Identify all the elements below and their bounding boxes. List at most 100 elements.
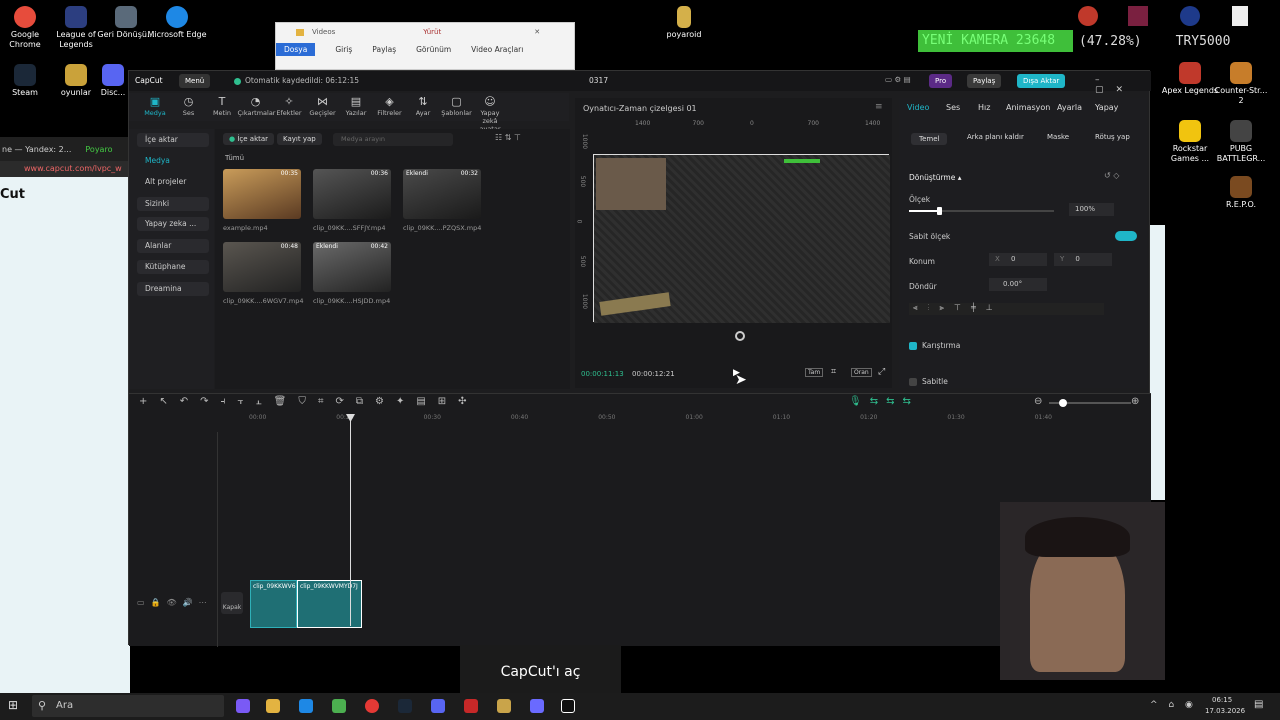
track-controls[interactable]: ▭🔒👁🔊⋯	[137, 598, 213, 607]
tool-1[interactable]: ◷ Ses	[171, 95, 207, 117]
export-button[interactable]: Dışa Aktar	[1017, 74, 1066, 88]
nav-item-3[interactable]: Sizinki	[137, 197, 209, 211]
prop-tab-5[interactable]: Yapay	[1095, 103, 1118, 112]
nav-item-1[interactable]: Medya	[137, 154, 209, 168]
scale-slider-handle[interactable]	[937, 207, 942, 215]
start-icon[interactable]: ⊞	[8, 698, 18, 712]
ribbon-tab-file[interactable]: Dosya	[276, 42, 316, 56]
media-thumbnail[interactable]: 00:36	[313, 169, 391, 219]
zoom-out-icon[interactable]: ⊖	[1034, 396, 1042, 407]
clock-date[interactable]: 17.03.2026	[1205, 707, 1245, 715]
reset-icon[interactable]: ↺ ◇	[1104, 171, 1119, 180]
file-icon[interactable]	[1232, 6, 1248, 26]
tool-8[interactable]: ⇅ Ayar	[405, 95, 441, 117]
nav-item-4[interactable]: Yapay zeka ...	[137, 217, 209, 231]
ribbon-tab-video-tools[interactable]: Video Araçları	[471, 45, 523, 54]
discord-icon[interactable]	[431, 699, 445, 713]
tray-app-icon-2[interactable]	[1128, 6, 1148, 26]
reset-view-icon[interactable]	[735, 331, 745, 341]
timeline-toolbar[interactable]: +↖↶↷⫞⫟⫠🗑⛉⌗⟳⧉⚙✦▤⊞✣	[139, 396, 479, 407]
media-thumbnail[interactable]: 00:32 Eklendi	[403, 169, 481, 219]
transform-section[interactable]: Dönüştürme ▴	[909, 173, 962, 182]
nav-item-6[interactable]: Kütüphane	[137, 260, 209, 274]
scale-value[interactable]: 100%	[1069, 203, 1114, 216]
tray-app-icon[interactable]	[1078, 6, 1098, 26]
desktop-icon-cs2[interactable]: Counter-Str... 2	[1211, 62, 1271, 106]
media-search[interactable]: Medya arayın	[333, 133, 453, 146]
tool-9[interactable]: ▢ Şablonlar	[439, 95, 475, 117]
tray-app-icon-3[interactable]	[1180, 6, 1200, 26]
window-controls[interactable]: –▢✕	[1095, 75, 1151, 95]
prop-subtab-1[interactable]: Arka planı kaldır	[967, 133, 1024, 141]
tool-4[interactable]: ✧ Efektler	[271, 95, 307, 117]
prop-tab-4[interactable]: Ayarla	[1057, 103, 1082, 112]
ribbon-tab-share[interactable]: Paylaş	[372, 45, 396, 54]
playhead[interactable]	[350, 414, 351, 626]
tool-6[interactable]: ▤ Yazılar	[338, 95, 374, 117]
tool-5[interactable]: ⋈ Geçişler	[305, 95, 341, 117]
settings-icon[interactable]	[530, 699, 544, 713]
zoom-slider[interactable]	[1049, 399, 1131, 407]
prop-subtab-2[interactable]: Maske	[1047, 133, 1069, 141]
prop-tab-0[interactable]: Video	[907, 103, 929, 112]
pro-button[interactable]: Pro	[929, 74, 953, 88]
project-name[interactable]: 0317	[589, 76, 608, 85]
timeline-clip-selected[interactable]: clip_09KKWVMYD7J	[297, 580, 362, 628]
media-thumbnail[interactable]: 00:35	[223, 169, 301, 219]
close-icon[interactable]: ✕	[534, 28, 540, 36]
nav-item-2[interactable]: Alt projeler	[137, 175, 209, 189]
fullscreen-mode[interactable]: Tam	[805, 368, 824, 377]
browser-tab[interactable]: ne — Yandex: 2...	[2, 145, 71, 154]
view-options-icon[interactable]: ☷ ⇅ ⊤	[495, 133, 521, 142]
blend-label[interactable]: Karıştırma	[922, 341, 960, 350]
zoom-handle[interactable]	[1059, 399, 1067, 407]
desktop-icon-poyaroid[interactable]: poyaroid	[654, 6, 714, 40]
clock-time[interactable]: 06:15	[1212, 696, 1232, 704]
media-thumbnail[interactable]: 00:42 Eklendi	[313, 242, 391, 292]
app-icon-red[interactable]	[464, 699, 478, 713]
track-toggles[interactable]: 🎙⇆⇆⇆	[849, 396, 919, 407]
taskbar-search[interactable]: Ara	[32, 695, 224, 717]
capture-icon[interactable]: ⌗	[831, 367, 836, 377]
opera-icon[interactable]	[365, 699, 379, 713]
address-bar[interactable]: www.capcut.com/lvpc_w	[0, 161, 130, 177]
prop-tab-2[interactable]: Hız	[978, 103, 990, 112]
tool-3[interactable]: ◔ Çıkartmalar	[238, 95, 276, 117]
open-capcut-notice[interactable]: CapCut'ı aç	[460, 645, 621, 699]
explorer-icon[interactable]	[266, 699, 280, 713]
video-preview[interactable]	[593, 154, 890, 323]
prop-tab-1[interactable]: Ses	[946, 103, 960, 112]
nav-item-5[interactable]: Alanlar	[137, 239, 209, 253]
zoom-in-icon[interactable]: ⊕	[1131, 396, 1139, 407]
rotate-value[interactable]: 0.00°	[989, 278, 1047, 291]
tray-icons[interactable]: ^ ⌂ ◉	[1150, 700, 1197, 710]
menu-icon[interactable]: ≡	[875, 102, 883, 112]
league-icon[interactable]	[497, 699, 511, 713]
media-thumbnail[interactable]: 00:48	[223, 242, 301, 292]
position-y[interactable]: Y 0	[1054, 253, 1112, 266]
ribbon-tab-view[interactable]: Görünüm	[416, 45, 451, 54]
blend-checkbox[interactable]	[909, 342, 917, 350]
browser-tab[interactable]: Poyaro	[85, 145, 112, 154]
timeline-clip[interactable]: clip_09KKWV6	[250, 580, 297, 628]
steam-icon[interactable]	[398, 699, 412, 713]
tool-7[interactable]: ◈ Filtreler	[372, 95, 408, 117]
copilot-icon[interactable]	[236, 699, 250, 713]
tool-0[interactable]: ▣ Medya	[137, 95, 173, 117]
record-button[interactable]: Kayıt yap	[277, 133, 322, 145]
position-x[interactable]: X 0	[989, 253, 1047, 266]
prop-subtab-0[interactable]: Temel	[911, 133, 948, 145]
app-icon[interactable]	[332, 699, 346, 713]
desktop-icon-pubg[interactable]: PUBG BATTLEGR...	[1211, 120, 1271, 164]
tool-2[interactable]: T Metin	[204, 95, 240, 117]
desktop-icon-edge[interactable]: Microsoft Edge	[147, 6, 207, 40]
outlook-icon[interactable]	[299, 699, 313, 713]
expand-icon[interactable]: ⤢	[878, 367, 885, 377]
prop-tab-3[interactable]: Animasyon	[1006, 103, 1050, 112]
ratio-button[interactable]: Oran	[851, 368, 872, 377]
ribbon-tab-home[interactable]: Giriş	[335, 45, 352, 54]
align-buttons[interactable]: ⫷⫶⫸⊤╪⊥	[909, 303, 1104, 315]
capcut-icon[interactable]	[561, 699, 575, 713]
desktop-icon-discord[interactable]: Disc...	[96, 64, 130, 98]
share-button[interactable]: Paylaş	[967, 74, 1002, 88]
